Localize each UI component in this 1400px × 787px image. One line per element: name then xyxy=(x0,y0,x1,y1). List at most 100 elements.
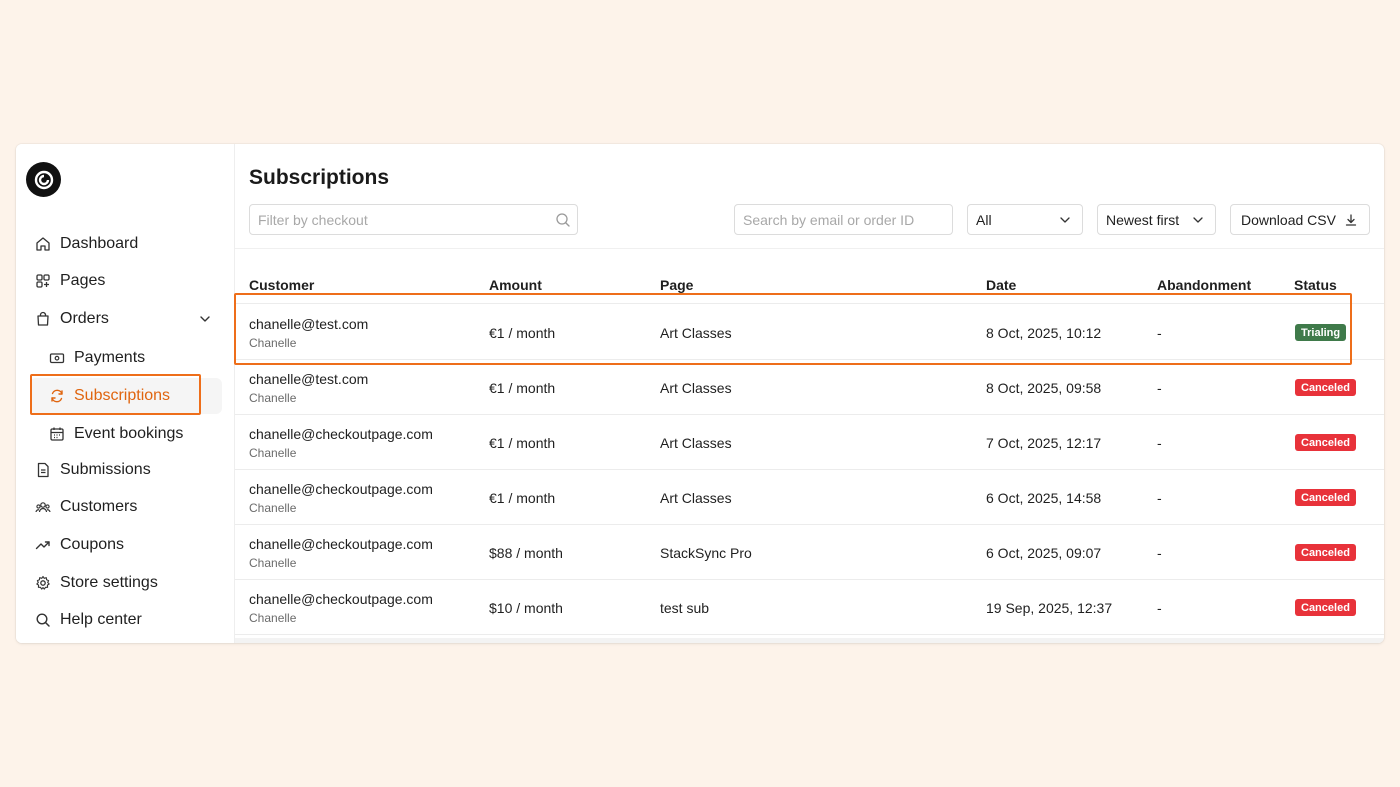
pages-icon xyxy=(34,272,52,290)
sidebar-item-coupons[interactable]: Coupons xyxy=(16,527,235,563)
abandonment: - xyxy=(1157,545,1162,561)
customer-name: Chanelle xyxy=(249,446,297,460)
table-row[interactable]: chanelle@checkoutpage.com Chanelle €1 / … xyxy=(235,470,1384,525)
date: 8 Oct, 2025, 10:12 xyxy=(986,325,1102,341)
customer-name: Chanelle xyxy=(249,556,297,570)
sidebar: Dashboard Pages Orders Payments Subscrip… xyxy=(16,144,235,643)
header-divider xyxy=(235,248,1384,249)
column-header-abandonment[interactable]: Abandonment xyxy=(1157,277,1251,293)
calendar-icon xyxy=(48,425,66,443)
column-header-customer[interactable]: Customer xyxy=(249,277,314,293)
sidebar-item-dashboard[interactable]: Dashboard xyxy=(16,226,235,262)
chevron-down-icon xyxy=(1193,217,1203,223)
customer-name: Chanelle xyxy=(249,391,297,405)
search-icon xyxy=(34,611,52,629)
sidebar-item-submissions[interactable]: Submissions xyxy=(16,452,235,488)
table-bottom-edge xyxy=(235,638,1384,643)
column-header-amount[interactable]: Amount xyxy=(489,277,542,293)
column-header-date[interactable]: Date xyxy=(986,277,1016,293)
page-name: test sub xyxy=(660,600,710,616)
sidebar-item-label: Orders xyxy=(60,310,109,327)
page-name: StackSync Pro xyxy=(660,545,752,561)
customer-name: Chanelle xyxy=(249,501,297,515)
amount: €1 / month xyxy=(489,435,556,451)
page-name: Art Classes xyxy=(660,435,732,451)
date: 19 Sep, 2025, 12:37 xyxy=(986,600,1113,616)
table-row[interactable]: chanelle@checkoutpage.com Chanelle $88 /… xyxy=(235,525,1384,580)
abandonment: - xyxy=(1157,490,1162,506)
main-content: Subscriptions All Newest first Download … xyxy=(235,144,1384,643)
document-icon xyxy=(34,461,52,479)
status-filter-select[interactable]: All xyxy=(967,204,1083,235)
column-header-status[interactable]: Status xyxy=(1294,277,1337,293)
page-title: Subscriptions xyxy=(249,166,390,189)
table-row[interactable]: chanelle@checkoutpage.com Chanelle €1 / … xyxy=(235,415,1384,470)
customer-email: chanelle@checkoutpage.com xyxy=(249,481,433,497)
table-row[interactable]: chanelle@checkoutpage.com Chanelle $10 /… xyxy=(235,580,1384,635)
sidebar-item-store-settings[interactable]: Store settings xyxy=(16,565,235,601)
sidebar-item-label: Help center xyxy=(60,611,142,628)
table-header: Customer Amount Page Date Abandonment St… xyxy=(235,272,1384,304)
sidebar-item-event-bookings[interactable]: Event bookings xyxy=(16,416,235,452)
sidebar-item-subscriptions[interactable]: Subscriptions xyxy=(16,378,235,414)
download-icon xyxy=(1345,213,1357,226)
trend-icon xyxy=(34,536,52,554)
page-name: Art Classes xyxy=(660,490,732,506)
amount: €1 / month xyxy=(489,380,556,396)
customer-name: Chanelle xyxy=(249,611,297,625)
amount: $88 / month xyxy=(489,545,563,561)
sidebar-item-label: Customers xyxy=(60,498,138,515)
status-badge: Trialing xyxy=(1295,324,1347,341)
sidebar-item-help-center[interactable]: Help center xyxy=(16,602,235,638)
app-window: Dashboard Pages Orders Payments Subscrip… xyxy=(16,144,1384,643)
date: 6 Oct, 2025, 09:07 xyxy=(986,545,1102,561)
sidebar-item-label: Event bookings xyxy=(74,425,184,442)
logo[interactable] xyxy=(26,162,61,197)
status-badge: Canceled xyxy=(1295,434,1356,451)
table-row[interactable]: chanelle@test.com Chanelle €1 / month Ar… xyxy=(235,305,1384,360)
customer-email: chanelle@test.com xyxy=(249,316,369,332)
search-email-order-input[interactable] xyxy=(734,204,953,235)
search-icon xyxy=(556,213,570,227)
customer-email: chanelle@test.com xyxy=(249,371,369,387)
amount: €1 / month xyxy=(489,490,556,506)
filter-checkout-input[interactable] xyxy=(249,204,578,235)
download-csv-button[interactable]: Download CSV xyxy=(1230,204,1370,235)
sidebar-item-customers[interactable]: Customers xyxy=(16,489,235,525)
page-name: Art Classes xyxy=(660,325,732,341)
abandonment: - xyxy=(1157,325,1162,341)
table-row[interactable]: chanelle@test.com Chanelle €1 / month Ar… xyxy=(235,360,1384,415)
page-name: Art Classes xyxy=(660,380,732,396)
chevron-down-icon xyxy=(1060,217,1070,223)
sidebar-item-label: Pages xyxy=(60,272,106,289)
sort-select[interactable]: Newest first xyxy=(1097,204,1216,235)
chevron-down-icon[interactable] xyxy=(197,311,213,327)
date: 6 Oct, 2025, 14:58 xyxy=(986,490,1102,506)
sidebar-item-label: Payments xyxy=(74,349,146,366)
customer-email: chanelle@checkoutpage.com xyxy=(249,591,433,607)
amount: €1 / month xyxy=(489,325,556,341)
sidebar-item-payments[interactable]: Payments xyxy=(16,340,235,376)
abandonment: - xyxy=(1157,435,1162,451)
abandonment: - xyxy=(1157,380,1162,396)
status-badge: Canceled xyxy=(1295,544,1356,561)
customer-name: Chanelle xyxy=(249,336,297,350)
sidebar-item-orders[interactable]: Orders xyxy=(16,301,235,337)
abandonment: - xyxy=(1157,600,1162,616)
bag-icon xyxy=(34,310,52,328)
customer-email: chanelle@checkoutpage.com xyxy=(249,536,433,552)
status-badge: Canceled xyxy=(1295,489,1356,506)
date: 7 Oct, 2025, 12:17 xyxy=(986,435,1102,451)
column-header-page[interactable]: Page xyxy=(660,277,693,293)
gear-icon xyxy=(34,574,52,592)
sidebar-item-label: Submissions xyxy=(60,461,151,478)
sort-value: Newest first xyxy=(1106,211,1180,228)
sidebar-item-label: Store settings xyxy=(60,574,158,591)
sidebar-item-pages[interactable]: Pages xyxy=(16,263,235,299)
money-icon xyxy=(48,349,66,367)
status-badge: Canceled xyxy=(1295,379,1356,396)
logo-icon xyxy=(34,170,53,189)
download-csv-label: Download CSV xyxy=(1241,211,1336,228)
users-icon xyxy=(34,498,52,516)
status-badge: Canceled xyxy=(1295,599,1356,616)
